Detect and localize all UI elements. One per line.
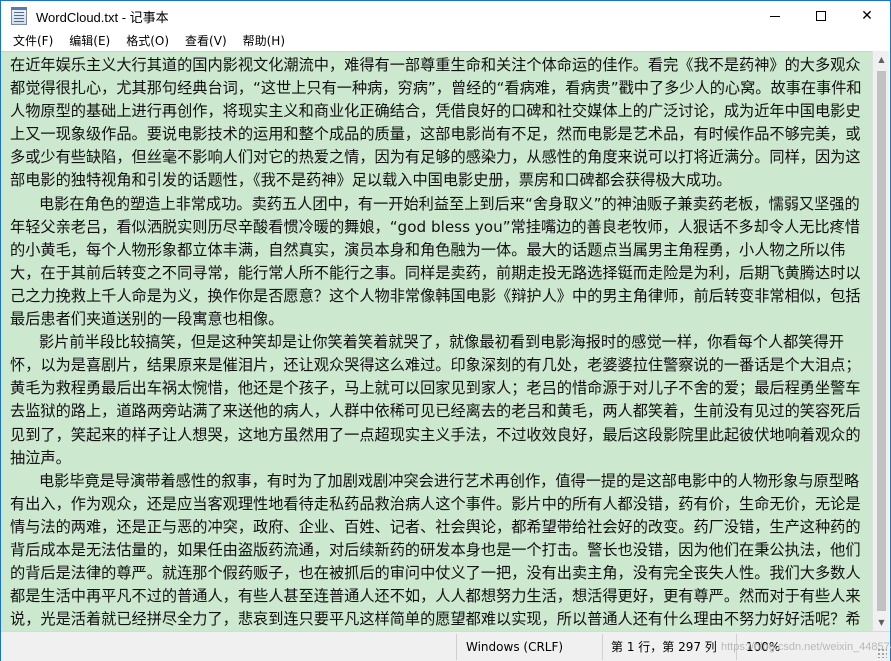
minimize-button[interactable]: [752, 1, 798, 31]
status-divider: [456, 634, 457, 660]
vertical-scrollbar[interactable]: ▲ ▼: [872, 51, 889, 631]
line-ending-status: Windows (CRLF): [466, 640, 564, 654]
status-divider: [602, 634, 603, 660]
status-bar: Windows (CRLF) 第 1 行，第 297 列 100% https:…: [1, 631, 891, 661]
cursor-position: 第 1 行，第 297 列: [611, 640, 717, 654]
notepad-icon: [11, 7, 27, 25]
notepad-window: WordCloud.txt - 记事本 ✕ 文件(F) 编辑(E) 格式(O) …: [0, 0, 891, 661]
menu-view[interactable]: 查看(V): [177, 31, 235, 51]
menu-format[interactable]: 格式(O): [118, 31, 177, 51]
resize-grip-icon[interactable]: [877, 648, 887, 658]
maximize-icon: [816, 11, 826, 21]
menu-bar: 文件(F) 编辑(E) 格式(O) 查看(V) 帮助(H): [1, 31, 890, 51]
window-controls: ✕: [752, 1, 890, 31]
menu-file[interactable]: 文件(F): [5, 31, 61, 51]
text-editor[interactable]: 在近年娱乐主义大行其道的国内影视文化潮流中，难得有一部尊重生命和关注个体命运的佳…: [1, 51, 873, 631]
scrollbar-thumb[interactable]: [877, 71, 886, 611]
close-button[interactable]: ✕: [844, 1, 890, 31]
editor-content[interactable]: 在近年娱乐主义大行其道的国内影视文化潮流中，难得有一部尊重生命和关注个体命运的佳…: [1, 52, 873, 631]
menu-edit[interactable]: 编辑(E): [61, 31, 118, 51]
watermark: https://blog.csdn.net/weixin_44857413: [721, 641, 891, 653]
scroll-up-icon[interactable]: ▲: [873, 51, 890, 68]
title-bar[interactable]: WordCloud.txt - 记事本 ✕: [1, 1, 890, 31]
maximize-button[interactable]: [798, 1, 844, 31]
window-title: WordCloud.txt - 记事本: [36, 9, 169, 25]
scroll-down-icon[interactable]: ▼: [873, 614, 890, 631]
menu-help[interactable]: 帮助(H): [235, 31, 293, 51]
minimize-icon: [770, 15, 780, 17]
close-icon: ✕: [861, 8, 873, 24]
